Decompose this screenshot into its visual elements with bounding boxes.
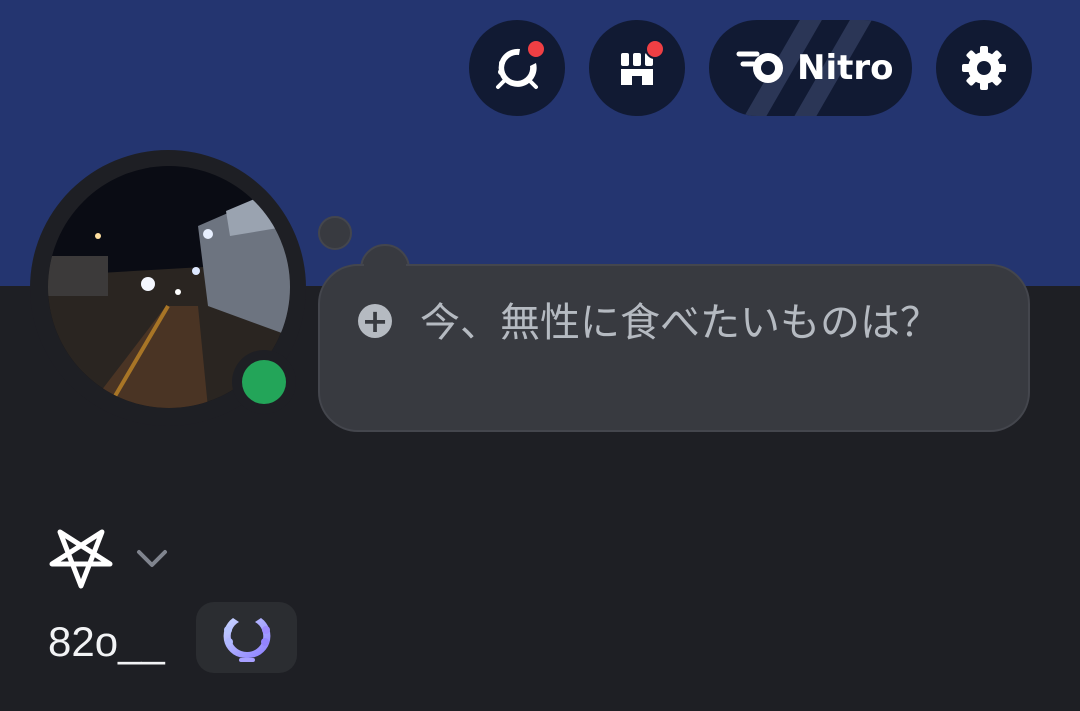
custom-status-text: 今、無性に食べたいものは？ [420, 300, 940, 346]
profile-badge[interactable] [196, 602, 297, 673]
pentagram-icon[interactable] [48, 528, 114, 590]
nitro-label: Nitro [797, 48, 894, 88]
notification-dot [645, 39, 665, 59]
custom-status-prompt[interactable]: + 今、無性に食べたいものは？ [358, 292, 998, 354]
shop-button[interactable] [589, 20, 685, 116]
nitro-button[interactable]: Nitro [709, 20, 912, 116]
gear-icon [962, 46, 1006, 90]
laurel-badge-icon [223, 617, 270, 662]
chevron-down-icon[interactable] [136, 546, 168, 570]
username[interactable]: 82o__ [48, 616, 165, 668]
plus-icon: + [358, 304, 392, 338]
settings-button[interactable] [936, 20, 1032, 116]
thought-bubble-dot [318, 216, 352, 250]
quests-button[interactable] [469, 20, 565, 116]
nitro-icon [736, 51, 783, 83]
notification-dot [526, 39, 546, 59]
online-status-indicator [242, 360, 286, 404]
